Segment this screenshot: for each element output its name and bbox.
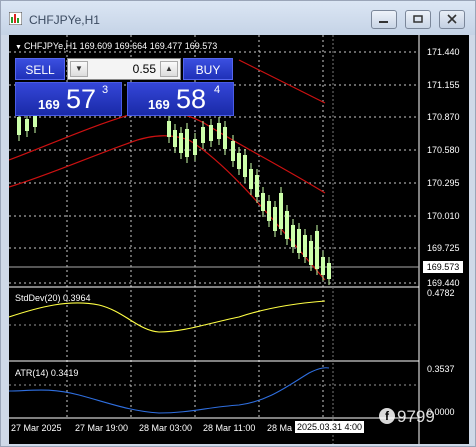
candle-body xyxy=(321,257,325,275)
candle-body xyxy=(303,235,307,257)
upper-band xyxy=(238,59,326,104)
price-axis-label: 170.295 xyxy=(427,178,460,188)
price-axis-label: 171.155 xyxy=(427,80,460,90)
candle-body xyxy=(25,119,29,131)
candle-body xyxy=(223,127,227,149)
symbol-info-line: ▼ CHFJPYe,H1 169.609 169.664 169.477 169.… xyxy=(15,41,217,51)
price-axis-label: 171.440 xyxy=(427,47,460,57)
one-click-trading-panel: SELL ▼ 0.55 ▲ BUY 169 57 3 169 58 4 xyxy=(15,58,235,118)
chart-window: CHFJPYe,H1 ▼ CHFJPYe,H1 169.609 169.664 1… xyxy=(0,0,476,447)
lower-band xyxy=(9,135,326,281)
ask-pip-digit: 4 xyxy=(214,84,221,96)
crosshair-time-tag: 2025.03.31 4:00 xyxy=(295,421,365,433)
lot-decrease-button[interactable]: ▼ xyxy=(70,61,88,77)
bid-price-box[interactable]: 169 57 3 xyxy=(15,82,122,116)
window-title: CHFJPYe,H1 xyxy=(29,13,100,27)
price-axis-label: 170.870 xyxy=(427,112,460,122)
candle-body xyxy=(167,121,171,137)
watermark-text: 9799 xyxy=(397,407,435,426)
candle-body xyxy=(285,211,289,239)
candle-body xyxy=(249,169,253,189)
price-axis-label: 169.725 xyxy=(427,243,460,253)
restore-button[interactable] xyxy=(405,10,431,29)
candle-body xyxy=(193,139,197,155)
candle-body xyxy=(309,241,313,265)
time-axis-label: 28 Mar 03:00 xyxy=(139,423,193,433)
ask-prefix: 169 xyxy=(148,97,170,112)
lot-increase-button[interactable]: ▲ xyxy=(160,61,178,77)
collapse-arrow-icon: ▼ xyxy=(15,44,22,51)
time-axis-label: 27 Mar 2025 xyxy=(11,423,62,433)
candle-body xyxy=(209,125,213,141)
candle-body xyxy=(273,207,277,231)
candle-body xyxy=(261,193,265,211)
time-axis-label: 28 Mar 11:00 xyxy=(203,423,256,433)
candle-body xyxy=(267,201,271,221)
current-price-tag: 169.573 xyxy=(423,261,463,273)
stddev-max-label: 0.4782 xyxy=(427,288,455,298)
bid-prefix: 169 xyxy=(38,97,60,112)
sell-button[interactable]: SELL xyxy=(15,58,65,80)
bid-big-digits: 57 xyxy=(66,84,97,114)
minimize-icon xyxy=(379,21,388,23)
price-axis-label: 169.440 xyxy=(427,278,460,288)
candle-body xyxy=(231,141,235,161)
watermark: f 9799 xyxy=(379,407,435,427)
title-bar[interactable]: CHFJPYe,H1 xyxy=(1,1,475,35)
candle-body xyxy=(17,117,21,135)
time-axis-label: 27 Mar 19:00 xyxy=(75,423,129,433)
bid-pip-digit: 3 xyxy=(102,84,109,96)
indicator-lines xyxy=(9,300,330,414)
time-axis-label: 28 Ma xyxy=(267,423,293,433)
candle-body xyxy=(237,153,241,169)
candle-body xyxy=(173,130,177,147)
stddev-line xyxy=(9,300,326,333)
candle-body xyxy=(315,231,319,269)
lot-size-value[interactable]: 0.55 xyxy=(133,62,156,76)
chart-app-icon xyxy=(9,12,22,25)
atr-max-label: 0.3537 xyxy=(427,364,455,374)
candle-body xyxy=(255,175,259,197)
price-axis-label: 170.010 xyxy=(427,211,460,221)
candle-body xyxy=(179,133,183,153)
candlesticks xyxy=(17,109,331,285)
candle-body xyxy=(201,127,205,143)
price-axis-label: 170.580 xyxy=(427,145,460,155)
candle-body xyxy=(243,155,247,177)
facebook-icon: f xyxy=(379,408,395,424)
candle-body xyxy=(217,123,221,139)
candle-body xyxy=(327,263,331,279)
candle-body xyxy=(185,129,189,157)
candle-body xyxy=(279,193,283,229)
ask-big-digits: 58 xyxy=(176,84,207,114)
stddev-label: StdDev(20) 0.3964 xyxy=(15,293,91,303)
ohlc-readout: CHFJPYe,H1 169.609 169.664 169.477 169.5… xyxy=(23,41,218,51)
restore-icon xyxy=(413,15,423,23)
candle-body xyxy=(291,225,295,247)
lot-size-field[interactable]: ▼ 0.55 ▲ xyxy=(67,58,181,80)
ask-price-box[interactable]: 169 58 4 xyxy=(127,82,234,116)
minimize-button[interactable] xyxy=(371,10,397,29)
buy-button[interactable]: BUY xyxy=(183,58,233,80)
atr-label: ATR(14) 0.3419 xyxy=(15,368,79,378)
close-icon xyxy=(447,14,457,24)
price-chart[interactable]: ▼ CHFJPYe,H1 169.609 169.664 169.477 169.… xyxy=(9,35,469,444)
close-button[interactable] xyxy=(439,10,465,29)
candle-body xyxy=(297,229,301,253)
